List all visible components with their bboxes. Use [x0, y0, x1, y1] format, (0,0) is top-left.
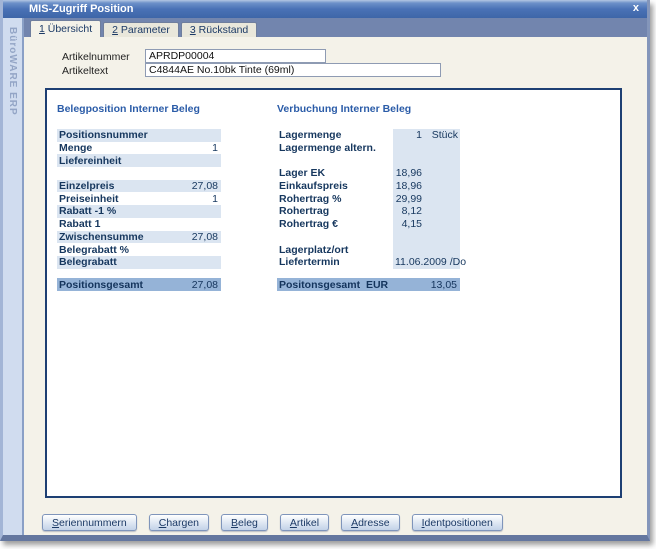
tab-rueckstand[interactable]: 3 Rückstand	[181, 22, 257, 37]
row-value: 8,12	[395, 205, 425, 217]
total-label: Positonsgesamt EUR	[277, 279, 431, 291]
row-label: Zwischensumme	[57, 231, 192, 243]
table-row: Menge1	[57, 142, 221, 155]
row-label: Rohertrag	[277, 205, 395, 217]
row-value: 4,15	[395, 218, 425, 230]
artikel-button[interactable]: Artikel	[280, 514, 329, 531]
table-row: Liefereinheit	[57, 154, 221, 167]
table-row: Einkaufspreis18,96	[277, 180, 460, 193]
row-label: Lagerplatz/ort	[277, 244, 395, 256]
row-label: Rabatt 1	[57, 218, 218, 230]
left-section-header: Belegposition Interner Beleg	[57, 103, 200, 115]
row-label: Rabatt -1 %	[57, 205, 218, 217]
row-spacer	[57, 167, 221, 180]
window-title: MIS-Zugriff Position	[29, 3, 133, 15]
total-value: 27,08	[192, 279, 221, 291]
table-row: Rabatt -1 %	[57, 205, 221, 218]
tab-parameter[interactable]: 2 Parameter	[103, 22, 179, 37]
row-label: Positionsnummer	[57, 129, 218, 141]
row-value: 1	[395, 129, 425, 141]
table-row: Liefertermin11.06.2009 /Do	[277, 256, 460, 269]
row-value: 27,08	[192, 231, 221, 243]
left-column: Positionsnummer Menge1 Liefereinheit Ein…	[57, 129, 221, 269]
row-unit: Stück	[425, 129, 460, 141]
artikelnummer-input[interactable]	[145, 49, 326, 63]
row-value: 1	[212, 142, 221, 154]
mis-zugriff-window: MIS-Zugriff Position x BüroWARE ERP 1 Üb…	[0, 0, 650, 541]
row-spacer	[277, 231, 460, 244]
chargen-button[interactable]: Chargen	[149, 514, 209, 531]
tab-band: 1 Übersicht 2 Parameter 3 Rückstand	[24, 18, 647, 37]
table-row: Lagerplatz/ort	[277, 243, 460, 256]
row-label: Menge	[57, 142, 212, 154]
row-value: 18,96	[395, 180, 425, 192]
table-row: Belegrabatt	[57, 256, 221, 269]
row-value: 1	[212, 193, 221, 205]
right-total-bar: Positonsgesamt EUR 13,05	[277, 278, 460, 291]
row-label: Einkaufspreis	[277, 180, 395, 192]
right-section-header: Verbuchung Interner Beleg	[277, 103, 411, 115]
artikeltext-label: Artikeltext	[62, 65, 108, 77]
table-row: Lager EK18,96	[277, 167, 460, 180]
row-label: Lagermenge altern.	[277, 142, 395, 154]
row-label: Rohertrag %	[277, 193, 395, 205]
right-column: Lagermenge1Stück Lagermenge altern. Lage…	[277, 129, 460, 269]
tab-uebersicht[interactable]: 1 Übersicht	[30, 20, 101, 37]
total-value: 13,05	[431, 279, 460, 291]
position-detail-panel: Belegposition Interner Beleg Verbuchung …	[45, 88, 622, 498]
artikelnummer-label: Artikelnummer	[62, 51, 130, 63]
row-value: 11.06.2009 /Do	[395, 256, 469, 268]
tab-bar: 1 Übersicht 2 Parameter 3 Rückstand	[30, 20, 257, 37]
table-row: Rohertrag %29,99	[277, 192, 460, 205]
total-label: Positionsgesamt	[57, 279, 192, 291]
brand-strip: BüroWARE ERP	[3, 18, 24, 535]
row-label: Liefereinheit	[57, 155, 218, 167]
row-value: 18,96	[395, 167, 425, 179]
table-row: Lagermenge1Stück	[277, 129, 460, 142]
content-area: Artikelnummer Artikeltext Belegposition …	[24, 37, 647, 535]
table-row: Zwischensumme27,08	[57, 231, 221, 244]
row-label: Einzelpreis	[57, 180, 192, 192]
row-label: Belegrabatt %	[57, 244, 218, 256]
footer-button-row: Seriennummern Chargen Beleg Artikel Adre…	[42, 514, 503, 531]
close-icon[interactable]: x	[633, 0, 639, 16]
row-label: Liefertermin	[277, 256, 395, 268]
adresse-button[interactable]: Adresse	[341, 514, 400, 531]
artikeltext-input[interactable]	[145, 63, 441, 77]
row-label: Lager EK	[277, 167, 395, 179]
row-value: 29,99	[395, 193, 425, 205]
row-label: Preiseinheit	[57, 193, 212, 205]
row-value: 27,08	[192, 180, 221, 192]
row-spacer	[277, 154, 460, 167]
seriennummern-button[interactable]: Seriennummern	[42, 514, 137, 531]
row-label: Rohertrag €	[277, 218, 395, 230]
left-total-bar: Positionsgesamt 27,08	[57, 278, 221, 291]
title-bar[interactable]: MIS-Zugriff Position x	[3, 0, 647, 18]
table-row: Rohertrag €4,15	[277, 218, 460, 231]
table-row: Positionsnummer	[57, 129, 221, 142]
table-row: Einzelpreis27,08	[57, 180, 221, 193]
table-row: Rabatt 1	[57, 218, 221, 231]
table-row: Lagermenge altern.	[277, 142, 460, 155]
table-row: Rohertrag8,12	[277, 205, 460, 218]
row-label: Belegrabatt	[57, 256, 218, 268]
brand-label: BüroWARE ERP	[7, 27, 18, 116]
table-row: Preiseinheit1	[57, 192, 221, 205]
beleg-button[interactable]: Beleg	[221, 514, 268, 531]
table-row: Belegrabatt %	[57, 243, 221, 256]
row-label: Lagermenge	[277, 129, 395, 141]
identpositionen-button[interactable]: Identpositionen	[412, 514, 503, 531]
